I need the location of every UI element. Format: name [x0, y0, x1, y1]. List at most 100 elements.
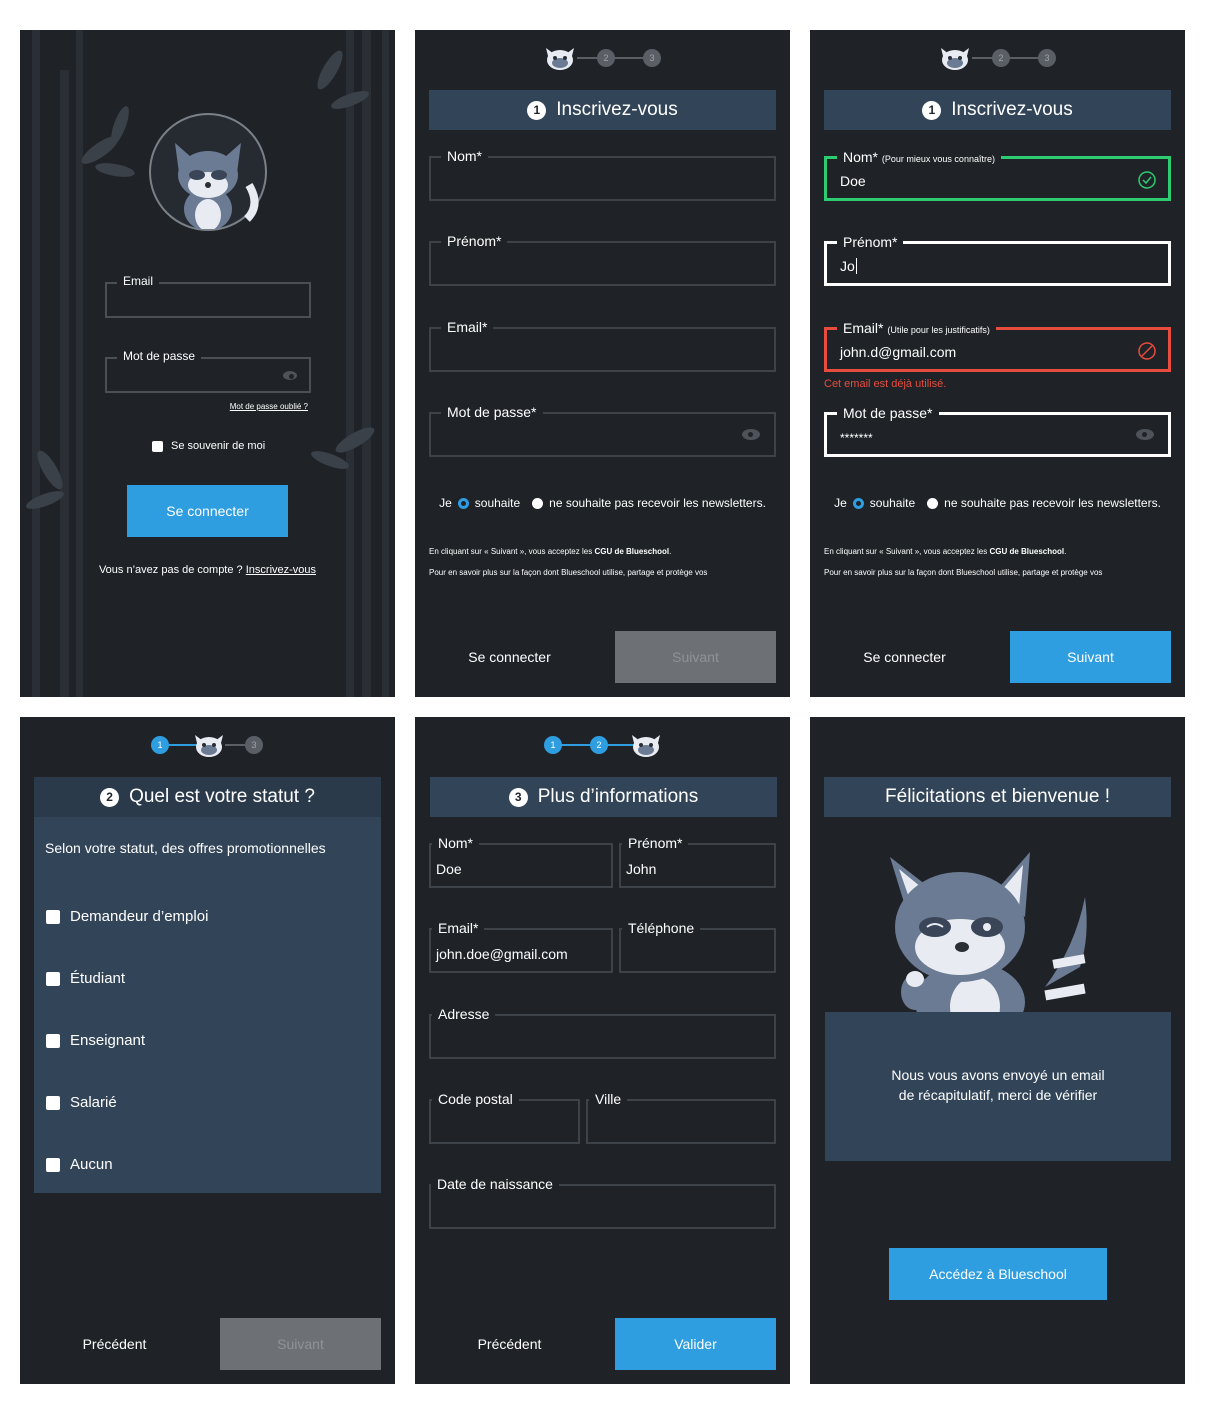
nom-field[interactable]: Nom* (Pour mieux vous connaître) Doe	[824, 149, 1171, 201]
legal-dot: .	[669, 547, 672, 556]
remember-checkbox[interactable]	[152, 440, 163, 452]
login-button[interactable]: Se connecter	[429, 649, 590, 665]
page-title: Plus d’informations	[537, 786, 699, 807]
eye-icon[interactable]	[283, 371, 297, 380]
address-label: Adresse	[432, 1006, 496, 1022]
email-label: Email*	[432, 920, 485, 936]
option-enseignant[interactable]: Enseignant	[46, 1032, 145, 1049]
checkbox[interactable]	[46, 1157, 60, 1172]
option-salarie[interactable]: Salarié	[46, 1094, 117, 1111]
legal-line-2: Pour en savoir plus sur la façon dont Bl…	[824, 568, 1103, 577]
option-demandeur[interactable]: Demandeur d’emploi	[46, 908, 208, 925]
radio-je: Je	[834, 496, 847, 510]
nom-label: Nom* (Pour mieux vous connaître)	[837, 149, 1001, 165]
legal-line-1: En cliquant sur « Suivant », vous accept…	[824, 547, 1066, 556]
prev-button[interactable]: Précédent	[429, 1336, 590, 1352]
welcome-message: Nous vous avons envoyé un email de récap…	[825, 1065, 1171, 1105]
step-1-dot: 1	[151, 736, 169, 754]
eye-icon[interactable]	[1136, 428, 1154, 440]
password-label: Mot de passe	[117, 349, 202, 363]
prenom-field[interactable]: Prénom* John	[619, 835, 776, 888]
page-title: Félicitations et bienvenue !	[885, 786, 1110, 807]
phone-field[interactable]: Téléphone	[619, 920, 776, 973]
nom-field[interactable]: Nom* Doe	[429, 835, 613, 888]
email-field[interactable]: Email* john.doe@gmail.com	[429, 920, 613, 973]
city-field[interactable]: Ville	[586, 1091, 776, 1144]
email-field[interactable]: Email	[105, 274, 311, 318]
radio-no[interactable]	[532, 497, 544, 509]
step-number: 2	[100, 787, 120, 807]
more-info-screen: 1 2 3 Plus d’informations Nom* Doe Préno…	[415, 717, 790, 1384]
radio-je: Je	[439, 496, 452, 510]
check-circle-icon	[1138, 171, 1156, 189]
submit-button[interactable]: Valider	[615, 1318, 776, 1370]
checkbox[interactable]	[46, 1095, 60, 1110]
raccoon-icon	[175, 143, 259, 231]
step-3-dot: 3	[1038, 49, 1056, 67]
password-field[interactable]: Mot de passe*	[429, 404, 776, 457]
option-aucun[interactable]: Aucun	[46, 1156, 113, 1173]
remember-me[interactable]: Se souvenir de moi	[152, 440, 265, 452]
option-etudiant[interactable]: Étudiant	[46, 970, 125, 987]
progress-stepper: 1 3	[20, 731, 395, 759]
login-screen: Email Mot de passe Mot de passe oublié ?…	[20, 30, 395, 697]
checkbox[interactable]	[46, 1033, 60, 1048]
nom-hint: (Pour mieux vous connaître)	[881, 154, 995, 164]
page-title: Inscrivez-vous	[951, 99, 1073, 120]
checkbox[interactable]	[46, 909, 60, 924]
radio-no[interactable]	[927, 497, 939, 509]
email-value: john.d@gmail.com	[840, 344, 957, 360]
zip-field[interactable]: Code postal	[429, 1091, 580, 1144]
prenom-label: Prénom*	[622, 835, 689, 851]
page-title: Inscrivez-vous	[556, 99, 678, 120]
next-button[interactable]: Suivant	[1010, 631, 1171, 683]
radio-yes[interactable]	[457, 497, 469, 509]
nom-value: Doe	[840, 173, 866, 189]
access-blueschool-button[interactable]: Accédez à Blueschool	[889, 1248, 1107, 1300]
signup-link[interactable]: Inscrivez-vous	[246, 564, 316, 576]
status-screen: 1 3 2 Quel est votre statut ? Selon votr…	[20, 717, 395, 1384]
step-header: 1 Inscrivez-vous	[824, 90, 1171, 130]
welcome-header: Félicitations et bienvenue !	[824, 777, 1171, 817]
option-label: Étudiant	[70, 970, 126, 987]
password-field[interactable]: Mot de passe* *******	[824, 405, 1171, 457]
step-2-dot: 2	[992, 49, 1010, 67]
email-field[interactable]: Email* (Utile pour les justificatifs) jo…	[824, 320, 1171, 372]
nom-label: Nom*	[432, 835, 480, 851]
status-intro: Selon votre statut, des offres promotion…	[45, 840, 326, 856]
signup-filled-screen: 2 3 1 Inscrivez-vous Nom* (Pour mieux vo…	[810, 30, 1185, 697]
prenom-field[interactable]: Prénom*	[429, 233, 776, 286]
eye-icon[interactable]	[742, 428, 760, 440]
address-field[interactable]: Adresse	[429, 1006, 776, 1059]
cgu-link[interactable]: CGU de Blueschool	[594, 547, 669, 556]
prenom-value-text: Jo	[840, 258, 855, 274]
prev-button[interactable]: Précédent	[34, 1336, 195, 1352]
nom-field[interactable]: Nom*	[429, 148, 776, 201]
birthdate-field[interactable]: Date de naissance	[429, 1176, 776, 1229]
email-value: john.doe@gmail.com	[436, 946, 568, 962]
step-1-dot: 1	[544, 736, 562, 754]
progress-stepper: 2 3	[415, 44, 790, 72]
prenom-field[interactable]: Prénom* Jo​	[824, 234, 1171, 286]
cgu-link[interactable]: CGU de Blueschool	[989, 547, 1064, 556]
forgot-password-link[interactable]: Mot de passe oublié ?	[230, 402, 308, 411]
step-3-dot: 3	[245, 736, 263, 754]
login-button[interactable]: Se connecter	[127, 485, 288, 537]
raccoon-step-icon	[195, 735, 223, 757]
legal-text: En cliquant sur « Suivant », vous accept…	[824, 547, 990, 556]
email-field[interactable]: Email*	[429, 319, 776, 372]
welcome-screen: Félicitations et bienvenue ! Nous vous a…	[810, 717, 1185, 1384]
raccoon-mascot	[890, 852, 1087, 1017]
password-field[interactable]: Mot de passe	[105, 349, 311, 393]
legal-line-2: Pour en savoir plus sur la façon dont Bl…	[429, 568, 708, 577]
login-button[interactable]: Se connecter	[824, 649, 985, 665]
radio-yes[interactable]	[852, 497, 864, 509]
email-label: Email	[117, 274, 160, 288]
next-button[interactable]: Suivant	[615, 631, 776, 683]
progress-stepper: 2 3	[810, 44, 1185, 72]
password-value: *******	[840, 431, 873, 445]
step-2-dot: 2	[597, 49, 615, 67]
raccoon-step-icon	[941, 48, 969, 70]
checkbox[interactable]	[46, 971, 60, 986]
next-button[interactable]: Suivant	[220, 1318, 381, 1370]
